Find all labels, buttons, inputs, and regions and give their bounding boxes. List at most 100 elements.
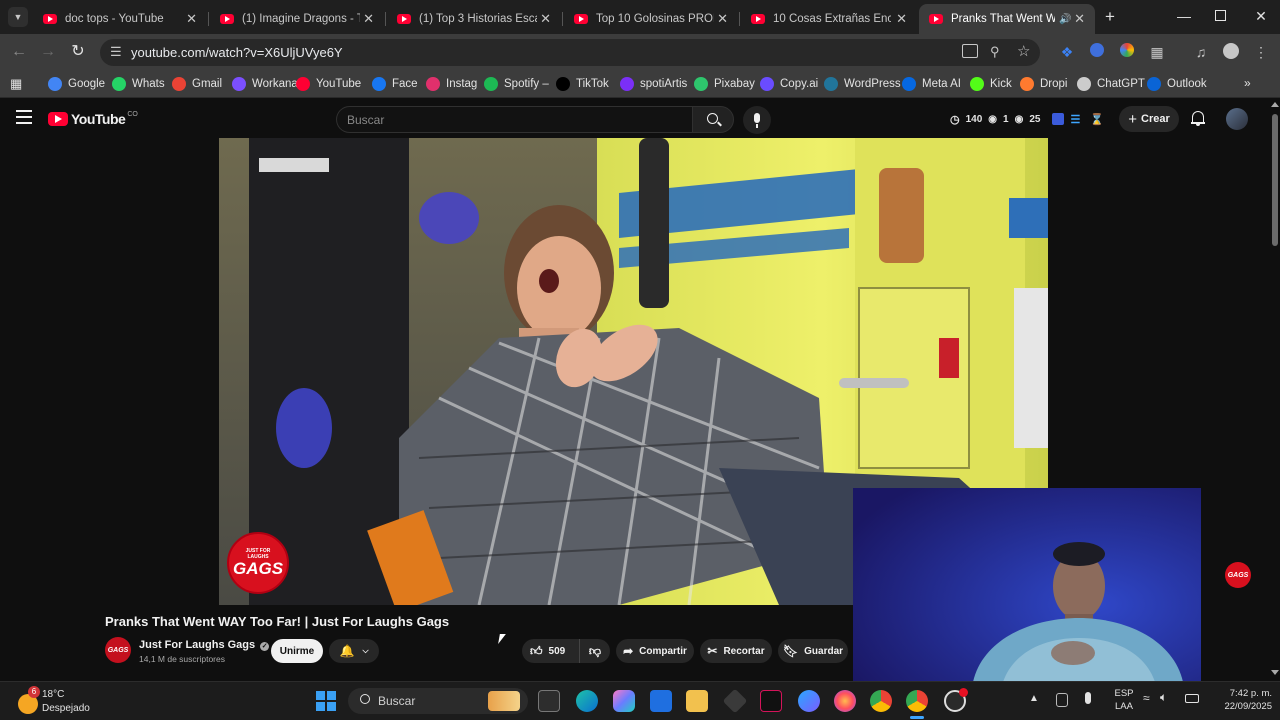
close-window-icon[interactable]: ✕ [1253, 7, 1269, 25]
bookmark-item[interactable]: ChatGPT [1077, 76, 1145, 92]
tray-app-icon[interactable] [1056, 693, 1068, 707]
bookmark-item[interactable]: Spotify – [484, 76, 549, 92]
close-tab-icon[interactable]: ✕ [1074, 11, 1085, 27]
bookmark-item[interactable]: spotiArtis [620, 76, 687, 92]
bookmark-item[interactable]: Whats [112, 76, 165, 92]
new-tab-plus-icon[interactable]: + [1101, 7, 1119, 27]
taskbar-terminal-icon[interactable] [538, 690, 560, 712]
taskbar-store-icon[interactable] [650, 690, 672, 712]
apps-grid-icon[interactable]: ▦ [10, 77, 24, 91]
scrollbar-thumb[interactable] [1272, 114, 1278, 246]
channel-watermark-logo[interactable]: JUST FOR LAUGHS GAGS [227, 532, 289, 594]
list-filter-icon[interactable]: ☰ [1070, 113, 1080, 126]
taskbar-obs-icon[interactable] [944, 688, 968, 712]
taskbar-snipping-icon[interactable] [798, 690, 820, 712]
share-button[interactable]: ➦ Compartir [616, 639, 694, 663]
extension-blue-icon[interactable]: ❖ [1058, 43, 1076, 61]
bookmark-item[interactable]: Workana [232, 76, 298, 92]
taskbar-chrome-active-icon[interactable] [906, 690, 928, 712]
search-input[interactable]: Buscar [336, 106, 692, 133]
bookmark-item[interactable]: Meta AI [902, 76, 961, 92]
channel-avatar[interactable]: GAGS [105, 637, 131, 663]
forward-arrow-icon[interactable]: → [38, 42, 58, 62]
notifications-bell-icon[interactable] [1191, 110, 1205, 126]
tray-speaker-icon[interactable]: 🔈︎ [1160, 690, 1167, 705]
voice-search-button[interactable] [743, 106, 771, 134]
speaker-playing-icon[interactable]: 🔊 [1059, 14, 1071, 25]
tab-doc-tops[interactable]: doc tops - YouTube ✕ [33, 4, 207, 34]
close-tab-icon[interactable]: ✕ [186, 11, 197, 27]
bookmark-item[interactable]: Pixabay [694, 76, 755, 92]
youtube-logo[interactable]: YouTube CO [48, 110, 138, 128]
taskbar-capcut-icon[interactable] [760, 690, 782, 712]
create-button[interactable]: + Crear [1119, 106, 1179, 132]
language-indicator[interactable]: ESP LAA [1112, 687, 1136, 713]
tab-cosas-extranas[interactable]: 10 Cosas Extrañas Encontr ✕ [741, 4, 917, 34]
search-button[interactable] [692, 106, 734, 133]
profile-avatar[interactable] [1222, 43, 1240, 61]
hourglass-icon[interactable]: ⌛ [1090, 113, 1104, 126]
taskbar-firefox-icon[interactable] [834, 690, 856, 712]
close-tab-icon[interactable]: ✕ [363, 11, 374, 27]
tab-pranks-active[interactable]: Pranks That Went WAY 🔊 ✕ [919, 4, 1095, 34]
install-app-icon[interactable] [962, 44, 978, 58]
extension-vpn-icon[interactable] [1088, 43, 1106, 61]
reload-icon[interactable]: ↻ [68, 42, 88, 62]
extension-blue-badge-icon[interactable] [1052, 113, 1065, 125]
media-control-icon[interactable]: ♫ [1192, 43, 1210, 61]
page-scrollbar[interactable] [1270, 100, 1280, 680]
close-tab-icon[interactable]: ✕ [896, 11, 907, 27]
dislike-button[interactable]: 👎︎ [580, 644, 610, 659]
bookmark-item[interactable]: Outlook [1147, 76, 1207, 92]
taskbar-copilot-icon[interactable] [613, 690, 635, 712]
tray-wifi-icon[interactable]: ≈ [1143, 691, 1150, 705]
floating-channel-logo[interactable]: GAGS [1225, 562, 1251, 588]
hamburger-menu-icon[interactable] [16, 110, 32, 124]
address-bar[interactable]: ☰ youtube.com/watch?v=X6UljUVye6Y ⚲ ☆ [100, 39, 1040, 66]
tab-historias[interactable]: (1) Top 3 Historias Escalofr ✕ [387, 4, 561, 34]
bookmark-item[interactable]: Dropi [1020, 76, 1067, 92]
bookmark-item[interactable]: Face [372, 76, 418, 92]
site-info-icon[interactable]: ☰ [110, 44, 122, 60]
scroll-down-icon[interactable] [1271, 670, 1279, 675]
bookmark-item[interactable]: YouTube [296, 76, 361, 92]
tab-imagine-dragons[interactable]: (1) Imagine Dragons - Thu ✕ [210, 4, 384, 34]
url-text[interactable]: youtube.com/watch?v=X6UljUVye6Y [131, 45, 343, 60]
back-arrow-icon[interactable]: ← [9, 42, 29, 62]
more-menu-icon[interactable]: ⋮ [1252, 43, 1270, 61]
channel-name[interactable]: Just For Laughs Gags [139, 639, 255, 651]
bookmark-item[interactable]: Instag [426, 76, 477, 92]
tray-battery-icon[interactable] [1185, 694, 1199, 703]
close-tab-icon[interactable]: ✕ [540, 11, 551, 27]
bookmark-item[interactable]: Gmail [172, 76, 222, 92]
account-avatar[interactable] [1226, 108, 1248, 130]
close-tab-icon[interactable]: ✕ [717, 11, 728, 27]
clip-button[interactable]: ✂ Recortar [700, 639, 772, 663]
bookmark-item[interactable]: WordPress [824, 76, 901, 92]
taskbar-chrome-icon[interactable] [870, 690, 892, 712]
bookmark-item[interactable]: Copy.ai [760, 76, 818, 92]
bookmark-item[interactable]: Kick [970, 76, 1012, 92]
extension-color-icon[interactable] [1118, 43, 1136, 61]
channel-name-row[interactable]: Just For Laughs Gags ✓ [139, 639, 270, 651]
weather-widget[interactable]: 6 18°C Despejado [14, 686, 124, 718]
tab-search-button[interactable]: ▼ [8, 7, 28, 27]
bookmark-star-icon[interactable]: ☆ [1017, 42, 1030, 60]
start-windows-icon[interactable] [316, 691, 336, 711]
taskbar-unity-icon[interactable] [722, 688, 748, 714]
like-button[interactable]: 👍︎ 509 [522, 639, 580, 663]
minimize-window-icon[interactable]: — [1176, 9, 1192, 25]
bookmark-item[interactable]: TikTok [556, 76, 609, 92]
clock[interactable]: 7:42 p. m. 22/09/2025 [1206, 687, 1272, 713]
taskbar-search-box[interactable]: Buscar [348, 688, 528, 714]
extensions-puzzle-icon[interactable]: ▦ [1148, 43, 1166, 61]
extension-stats[interactable]: ◷ 140 ◉ 1 ◉ 25 ☰ ⌛ [950, 108, 1104, 130]
tray-chevron-up-icon[interactable]: ▲ [1029, 693, 1039, 704]
taskbar-edge-icon[interactable] [576, 690, 598, 712]
zoom-icon[interactable]: ⚲ [990, 44, 1000, 60]
restore-window-icon[interactable] [1215, 10, 1226, 21]
subscription-bell-button[interactable]: 🔔 ⌵ [329, 639, 379, 663]
tray-microphone-icon[interactable] [1085, 692, 1091, 704]
scroll-up-icon[interactable] [1271, 102, 1279, 107]
bookmark-item[interactable]: Google [48, 76, 105, 92]
